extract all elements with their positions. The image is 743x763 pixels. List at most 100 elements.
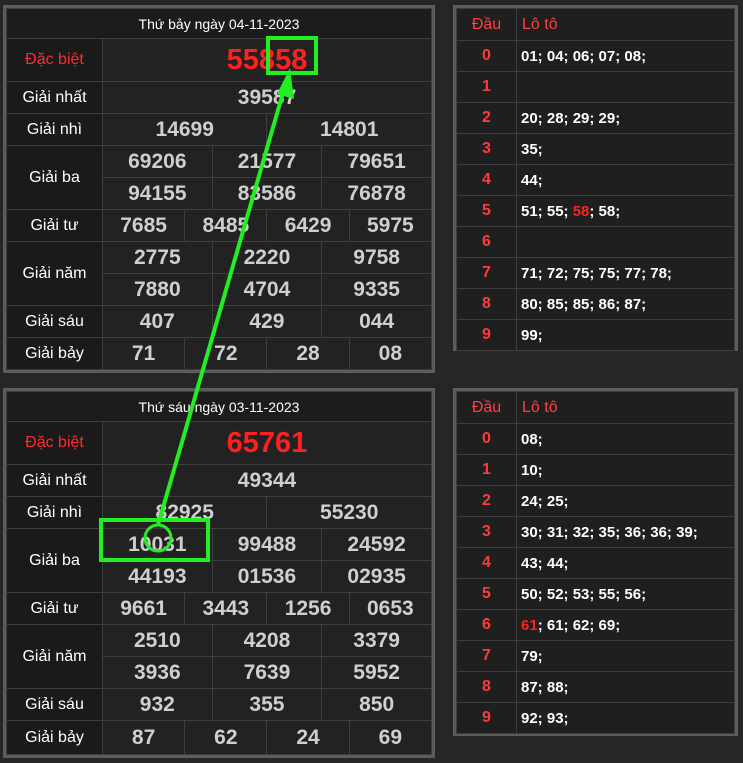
loto-row: 9 92; 93;: [456, 702, 735, 734]
loto-row: 6 61; 61; 62; 69;: [456, 609, 735, 641]
loto-row: 7 71; 72; 75; 75; 77; 78;: [456, 257, 735, 289]
prize-number: 3379: [321, 624, 432, 657]
loto-row: 4 44;: [456, 164, 735, 196]
loto-head-digit: 2: [456, 102, 517, 134]
loto-values: 24; 25;: [516, 485, 735, 517]
prize-number: 69: [348, 720, 433, 755]
prize-number: 14801: [266, 113, 432, 146]
loto-values: 43; 44;: [516, 547, 735, 579]
prize-number: 10031: [102, 528, 213, 561]
prize-number: 5952: [321, 656, 432, 689]
special-prize-prefix: 558: [226, 43, 276, 76]
prize-number: 6429: [266, 209, 350, 242]
prize-number: 8485: [184, 209, 268, 242]
loto-text: 92; 93;: [521, 709, 569, 727]
loto-head-digit: 3: [456, 133, 517, 165]
loto-text: 71; 72; 75; 75; 77; 78;: [521, 264, 672, 282]
loto-head-digit: 1: [456, 71, 517, 103]
prize-label: Giải bảy: [6, 720, 103, 755]
loto-values: 87; 88;: [516, 671, 735, 703]
loto-text: 24; 25;: [521, 492, 569, 510]
loto-head-label: Đầu: [456, 8, 517, 41]
draw-date-title: Thứ sáu ngày 03-11-2023: [6, 391, 432, 422]
prize-row: Giải tư 7685 8485 6429 5975: [6, 209, 433, 242]
prize-number: 99488: [211, 528, 323, 561]
loto-table-bottom: Đầu Lô tô 0 08; 1 10; 2 24; 25; 3 30; 31; 32; 35;…: [456, 391, 735, 734]
prize-label: Giải nhì: [6, 113, 103, 146]
results-table-bottom: Thứ sáu ngày 03-11-2023 Đặc biệt 65761 Giải…: [6, 391, 433, 755]
loto-row: 2 20; 28; 29; 29;: [456, 102, 735, 134]
prize-number: 4704: [211, 273, 323, 306]
loto-values: 35;: [516, 133, 735, 165]
special-prize-suffix: 58: [275, 43, 308, 76]
prize-number: 87: [101, 720, 186, 755]
draw-date-title: Thứ bảy ngày 04-11-2023: [6, 8, 432, 39]
loto-head-digit: 0: [456, 423, 517, 455]
loto-text: 80; 85; 85; 86; 87;: [521, 295, 647, 313]
loto-row: 3 35;: [456, 133, 735, 165]
loto-value-label: Lô tô: [516, 391, 735, 424]
prize-label: Giải năm: [6, 241, 103, 306]
loto-text: 87; 88;: [521, 678, 569, 696]
loto-text: 20; 28; 29; 29;: [521, 109, 621, 127]
loto-head-digit: 6: [456, 609, 517, 641]
prize-number: 76878: [321, 177, 432, 210]
prize-number: 4208: [211, 624, 323, 657]
prize-number: 62: [184, 720, 268, 755]
loto-text: ; 61; 62; 69;: [537, 616, 621, 634]
loto-header-row: Đầu Lô tô: [456, 8, 735, 41]
loto-values: [516, 226, 735, 258]
prize-number: 9661: [101, 592, 186, 625]
loto-values: 92; 93;: [516, 702, 735, 734]
loto-values: [516, 71, 735, 103]
prize-number: 9758: [321, 241, 432, 274]
loto-head-digit: 3: [456, 516, 517, 548]
loto-highlight: 58: [572, 202, 590, 220]
prize-label: Giải bảy: [6, 337, 103, 370]
prize-number: 83586: [211, 177, 323, 210]
prize-number: 0653: [348, 592, 433, 625]
loto-text: 50; 52; 53; 55; 56;: [521, 585, 647, 603]
prize-number: 82925: [101, 496, 268, 529]
special-prize-value: 65761: [102, 421, 432, 465]
prize-number: 01536: [211, 560, 323, 593]
prize-number: 79651: [321, 145, 432, 178]
loto-text: 79;: [521, 647, 543, 665]
loto-panel-top: Đầu Lô tô 0 01; 04; 06; 07; 08; 1 2 20; 28; 29…: [453, 5, 738, 351]
prize-number: 407: [102, 305, 213, 338]
loto-text: 99;: [521, 326, 543, 344]
prize-number: 72: [184, 337, 268, 370]
loto-text: 01; 04; 06; 07; 08;: [521, 47, 647, 65]
loto-head-digit: 0: [456, 40, 517, 72]
prize-label: Giải ba: [6, 528, 103, 593]
prize-number: 2220: [211, 241, 323, 274]
loto-values: 61; 61; 62; 69;: [516, 609, 735, 641]
prize-row: Giải ba 10031 99488 24592: [6, 528, 432, 593]
prize-number: 08: [348, 337, 433, 370]
prize-number: 1256: [266, 592, 350, 625]
loto-head-digit: 1: [456, 454, 517, 486]
loto-head-digit: 9: [456, 319, 517, 351]
loto-header-row: Đầu Lô tô: [456, 391, 735, 424]
loto-text: 08;: [521, 430, 543, 448]
prize-number: 24: [266, 720, 350, 755]
loto-values: 01; 04; 06; 07; 08;: [516, 40, 735, 72]
loto-head-digit: 5: [456, 195, 517, 227]
loto-values: 30; 31; 32; 35; 36; 36; 39;: [516, 516, 735, 548]
loto-values: 44;: [516, 164, 735, 196]
prize-number: 28: [266, 337, 350, 370]
loto-head-digit: 5: [456, 578, 517, 610]
prize-row: Giải sáu 407 429 044: [6, 305, 432, 338]
prize-row: Giải năm 2775 2220 9758: [6, 241, 432, 306]
prize-number: 7880: [102, 273, 213, 306]
prize-number: 355: [211, 688, 323, 721]
loto-head-digit: 7: [456, 640, 517, 672]
loto-row: 6: [456, 226, 735, 258]
prize-number: 3443: [184, 592, 268, 625]
prize-row: Giải bảy 87 62 24 69: [6, 720, 433, 755]
loto-highlight: 61: [521, 616, 538, 634]
loto-row: 1 10;: [456, 454, 735, 486]
loto-row: 5 51; 55; 58; 58;: [456, 195, 735, 227]
prize-number: 71: [101, 337, 186, 370]
loto-row: 0 08;: [456, 423, 735, 455]
